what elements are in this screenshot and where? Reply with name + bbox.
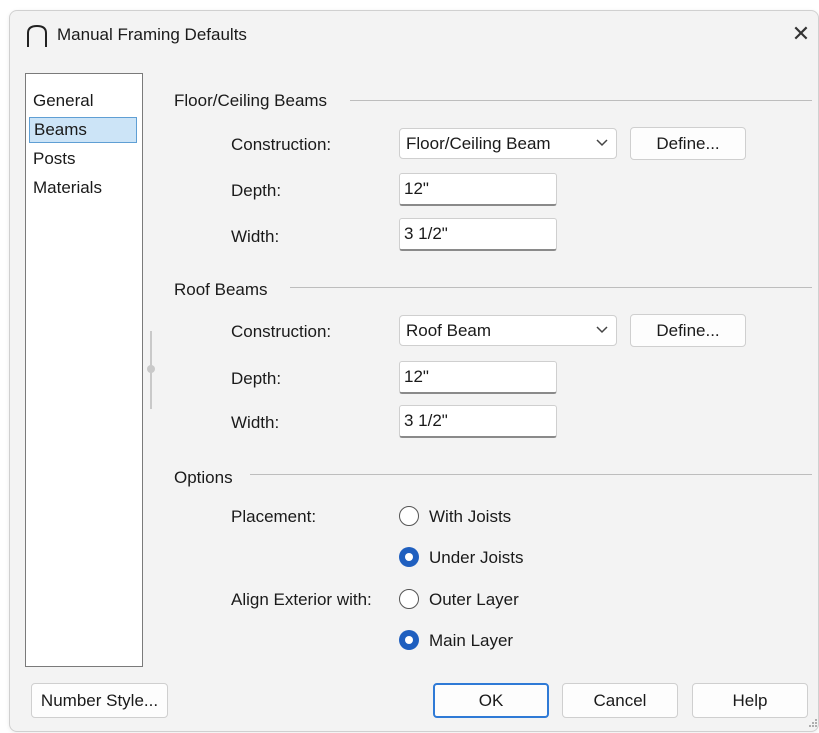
floor-depth-field[interactable]: 12" [399, 173, 557, 206]
under-joists-radio[interactable] [399, 547, 419, 567]
align-exterior-label: Align Exterior with: [231, 590, 372, 609]
sidebar-item-beams[interactable]: Beams [29, 117, 137, 143]
group-divider [290, 287, 812, 288]
under-joists-label[interactable]: Under Joists [429, 548, 523, 568]
roof-width-label: Width: [231, 413, 280, 432]
floor-construction-select[interactable]: Floor/Ceiling Beam [399, 128, 617, 159]
roof-depth-label: Depth: [231, 369, 282, 388]
floor-width-field[interactable]: 3 1/2" [399, 218, 557, 251]
roof-depth-field[interactable]: 12" [399, 361, 557, 394]
roof-construction-select[interactable]: Roof Beam [399, 315, 617, 346]
outer-layer-radio[interactable] [399, 589, 419, 609]
close-icon: ✕ [791, 21, 811, 46]
floor-define-button[interactable]: Define... [630, 127, 746, 160]
roof-beams-heading: Roof Beams [174, 280, 276, 300]
group-divider [250, 474, 812, 475]
floor-construction-label: Construction: [231, 135, 332, 154]
floor-construction-value: Floor/Ceiling Beam [406, 134, 551, 153]
title-bar: Manual Framing Defaults ✕ [10, 11, 818, 57]
floor-width-label: Width: [231, 227, 280, 246]
window-title: Manual Framing Defaults [57, 25, 247, 44]
outer-layer-label[interactable]: Outer Layer [429, 590, 519, 610]
placement-label: Placement: [231, 507, 317, 526]
help-button[interactable]: Help [692, 683, 808, 718]
number-style-button[interactable]: Number Style... [31, 683, 168, 718]
sidebar-item-general[interactable]: General [29, 88, 137, 114]
cancel-button[interactable]: Cancel [562, 683, 678, 718]
main-layer-label[interactable]: Main Layer [429, 631, 513, 651]
floor-ceiling-beams-heading: Floor/Ceiling Beams [174, 91, 336, 111]
with-joists-radio[interactable] [399, 506, 419, 526]
manual-framing-defaults-dialog: Manual Framing Defaults ✕ General Beams … [9, 10, 819, 732]
chevron-down-icon [596, 139, 608, 147]
ok-button[interactable]: OK [433, 683, 549, 718]
roof-width-field[interactable]: 3 1/2" [399, 405, 557, 438]
resize-grip-icon[interactable] [808, 718, 818, 728]
main-layer-radio[interactable] [399, 630, 419, 650]
roof-construction-label: Construction: [231, 322, 332, 341]
category-list: General Beams Posts Materials [25, 73, 143, 667]
floor-depth-label: Depth: [231, 181, 282, 200]
roof-construction-value: Roof Beam [406, 321, 492, 340]
roof-define-button[interactable]: Define... [630, 314, 746, 347]
splitter-handle-icon[interactable] [147, 365, 155, 373]
close-button[interactable]: ✕ [788, 21, 814, 47]
with-joists-label[interactable]: With Joists [429, 507, 511, 527]
group-divider [350, 100, 812, 101]
chevron-down-icon [596, 326, 608, 334]
sidebar-item-materials[interactable]: Materials [29, 175, 137, 201]
sidebar-item-posts[interactable]: Posts [29, 146, 137, 172]
options-heading: Options [174, 468, 241, 488]
arch-icon [27, 24, 47, 47]
